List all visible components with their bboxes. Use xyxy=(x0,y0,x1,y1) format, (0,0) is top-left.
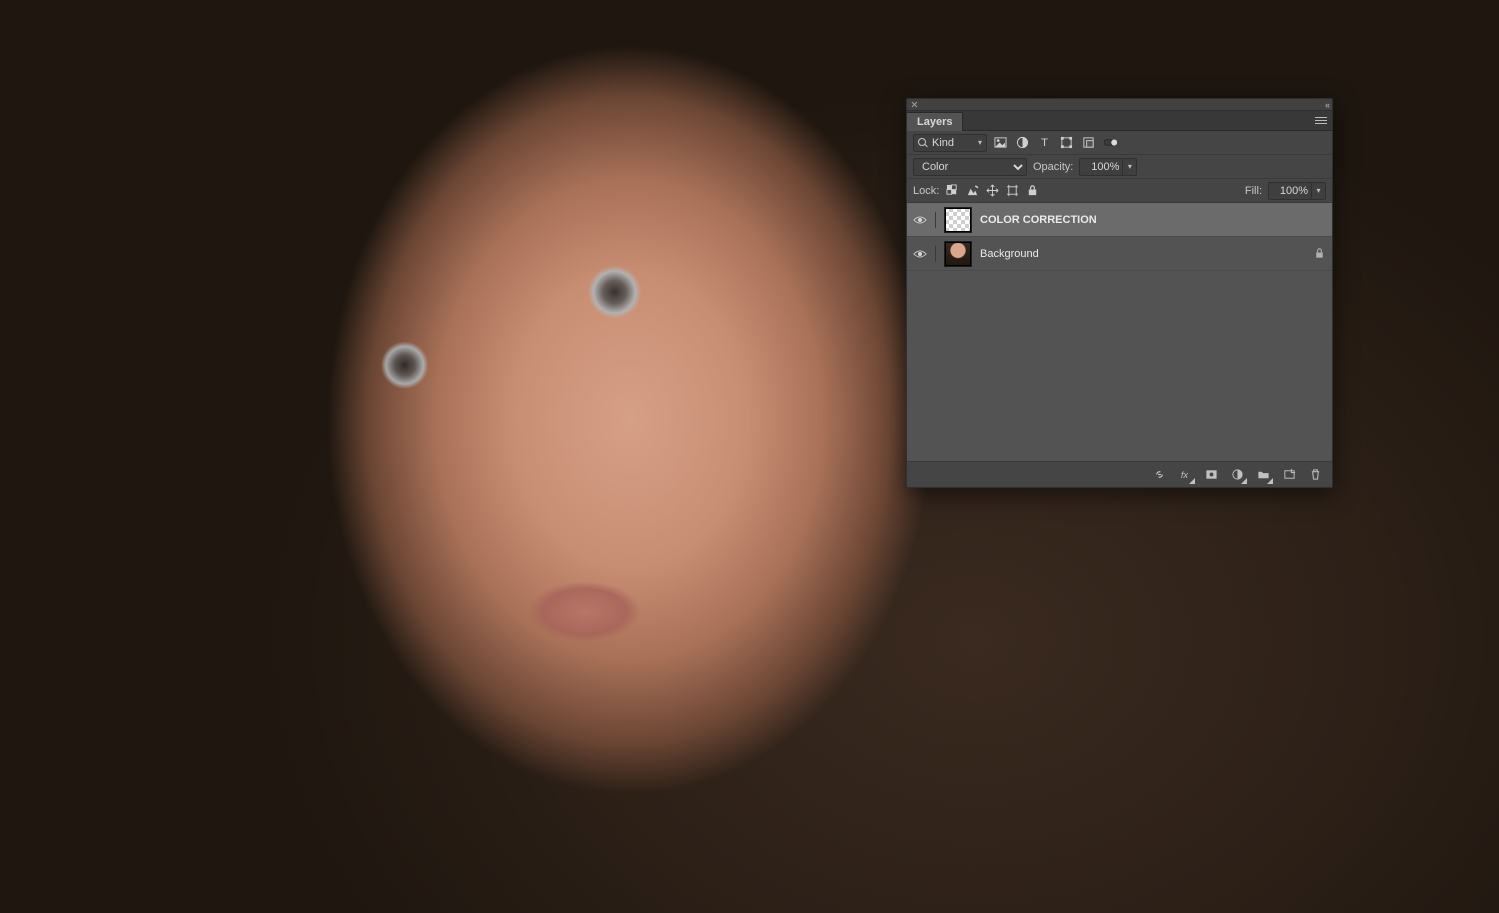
panel-footer: fx xyxy=(907,461,1332,487)
layer-row[interactable]: COLOR CORRECTION xyxy=(907,203,1332,237)
layer-filter-row: Kind ▾ T xyxy=(907,131,1332,155)
link-layers-icon[interactable] xyxy=(1152,468,1166,482)
tab-layers[interactable]: Layers xyxy=(907,112,963,131)
add-mask-icon[interactable] xyxy=(1204,468,1218,482)
layer-list[interactable]: COLOR CORRECTION Background xyxy=(907,203,1332,461)
filter-kind-label: Kind xyxy=(932,137,954,149)
layer-row[interactable]: Background xyxy=(907,237,1332,271)
filter-toggle-dot[interactable] xyxy=(1103,136,1117,150)
fill-input[interactable] xyxy=(1268,182,1312,200)
layer-name[interactable]: COLOR CORRECTION xyxy=(980,214,1097,226)
panel-titlebar[interactable]: « xyxy=(907,99,1332,111)
hamburger-icon xyxy=(1315,117,1327,125)
lock-transparent-icon[interactable] xyxy=(945,184,959,198)
visibility-toggle[interactable] xyxy=(913,215,927,225)
delete-layer-icon[interactable] xyxy=(1308,468,1322,482)
svg-text:fx: fx xyxy=(1180,470,1188,480)
lock-position-icon[interactable] xyxy=(985,184,999,198)
layer-thumbnail[interactable] xyxy=(944,241,972,267)
layer-thumbnail[interactable] xyxy=(944,207,972,233)
tab-layers-label: Layers xyxy=(917,116,952,128)
chevron-down-icon: ▾ xyxy=(978,138,982,147)
filter-adjustment-icon[interactable] xyxy=(1015,136,1029,150)
panel-menu-button[interactable] xyxy=(1310,111,1332,130)
new-group-icon[interactable] xyxy=(1256,468,1270,482)
close-icon[interactable] xyxy=(911,101,918,108)
opacity-label: Opacity: xyxy=(1033,161,1073,173)
lock-label: Lock: xyxy=(913,185,939,197)
new-layer-icon[interactable] xyxy=(1282,468,1296,482)
layer-locked-icon xyxy=(1312,247,1326,261)
blend-mode-select[interactable]: Color xyxy=(913,158,1027,176)
search-icon xyxy=(918,138,928,148)
filter-shape-icon[interactable] xyxy=(1059,136,1073,150)
visibility-toggle[interactable] xyxy=(913,249,927,259)
collapse-icon[interactable]: « xyxy=(1325,100,1328,110)
svg-text:T: T xyxy=(1041,137,1048,149)
filter-type-icon[interactable]: T xyxy=(1037,136,1051,150)
opacity-stepper[interactable]: ▾ xyxy=(1123,158,1137,176)
panel-tabbar: Layers xyxy=(907,111,1332,131)
lock-image-icon[interactable] xyxy=(965,184,979,198)
opacity-input[interactable] xyxy=(1079,158,1123,176)
layers-panel: « Layers Kind ▾ T xyxy=(906,98,1333,488)
eye-icon xyxy=(913,249,927,259)
filter-icons: T xyxy=(993,136,1117,150)
lock-icons xyxy=(945,184,1039,198)
fx-icon[interactable]: fx xyxy=(1178,468,1192,482)
fill-label: Fill: xyxy=(1245,185,1262,197)
lock-fill-row: Lock: Fill: ▾ xyxy=(907,179,1332,203)
filter-pixel-icon[interactable] xyxy=(993,136,1007,150)
blend-opacity-row: Color Opacity: ▾ xyxy=(907,155,1332,179)
layer-name[interactable]: Background xyxy=(980,248,1039,260)
filter-kind-select[interactable]: Kind ▾ xyxy=(913,134,987,152)
fill-stepper[interactable]: ▾ xyxy=(1312,182,1326,200)
filter-smartobject-icon[interactable] xyxy=(1081,136,1095,150)
new-adjustment-icon[interactable] xyxy=(1230,468,1244,482)
lock-all-icon[interactable] xyxy=(1025,184,1039,198)
lock-artboard-icon[interactable] xyxy=(1005,184,1019,198)
eye-icon xyxy=(913,215,927,225)
